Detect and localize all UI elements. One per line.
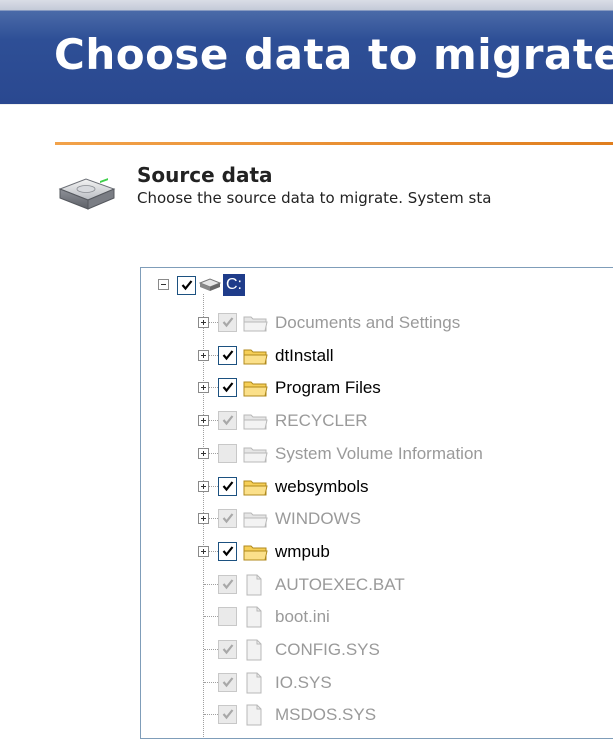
expand-toggle-icon[interactable] — [198, 480, 209, 492]
item-checkbox[interactable] — [218, 345, 237, 365]
tree-item-label[interactable]: System Volume Information — [275, 444, 483, 464]
tree-folder-row[interactable]: Program Files — [141, 374, 613, 404]
tree-connector — [204, 681, 218, 683]
tree-file-row[interactable]: MSDOS.SYS — [141, 701, 613, 731]
item-checkbox — [218, 705, 237, 725]
tree-folder-row[interactable]: System Volume Information — [141, 440, 613, 470]
source-tree-view[interactable]: C: Documents and Settings dtInstall Progra… — [140, 267, 613, 739]
tree-item-label[interactable]: Documents and Settings — [275, 313, 460, 333]
item-checkbox — [218, 607, 237, 627]
root-checkbox[interactable] — [177, 276, 196, 295]
folder-icon — [243, 381, 268, 397]
item-checkbox — [218, 443, 237, 463]
expand-toggle-icon[interactable] — [198, 415, 209, 427]
item-checkbox[interactable] — [218, 541, 237, 561]
folder-icon — [243, 480, 268, 495]
tree-connector — [204, 583, 218, 585]
expand-toggle-icon[interactable] — [198, 545, 209, 557]
folder-icon — [243, 447, 268, 463]
folder-icon — [243, 349, 268, 365]
tree-file-row[interactable]: IO.SYS — [141, 669, 613, 699]
tree-file-row[interactable]: CONFIG.SYS — [141, 636, 613, 666]
tree-folder-row[interactable]: websymbols — [141, 473, 613, 503]
tree-folder-row[interactable]: Documents and Settings — [141, 309, 613, 339]
expand-toggle-icon[interactable] — [198, 447, 209, 459]
tree-item-label[interactable]: WINDOWS — [275, 509, 361, 529]
expand-toggle-icon[interactable] — [198, 349, 209, 361]
expand-toggle-icon[interactable] — [198, 317, 209, 328]
file-icon — [246, 704, 262, 726]
hard-drive-icon — [56, 175, 118, 217]
tree-folder-row[interactable]: wmpub — [141, 538, 613, 568]
file-icon — [246, 574, 262, 596]
tree-item-label[interactable]: boot.ini — [275, 607, 330, 627]
section-title: Source data — [137, 163, 273, 187]
wizard-header: Choose data to migrate — [0, 0, 613, 104]
expand-toggle-icon[interactable] — [198, 513, 209, 525]
drive-icon — [199, 278, 221, 291]
tree-item-label[interactable]: wmpub — [275, 542, 330, 562]
folder-icon — [243, 512, 268, 528]
collapse-toggle-icon[interactable] — [158, 279, 169, 290]
tree-item-label[interactable]: websymbols — [275, 477, 369, 497]
item-checkbox — [218, 640, 237, 659]
page-title: Choose data to migrate — [54, 30, 613, 79]
accent-divider — [55, 142, 613, 145]
item-checkbox — [218, 411, 237, 431]
file-icon — [246, 606, 262, 628]
item-checkbox[interactable] — [218, 476, 237, 496]
item-checkbox[interactable] — [218, 378, 237, 398]
folder-icon — [243, 316, 268, 332]
tree-file-row[interactable]: boot.ini — [141, 603, 613, 633]
item-checkbox — [218, 672, 237, 692]
tree-connector — [204, 649, 218, 650]
folder-icon — [243, 545, 268, 561]
item-checkbox — [218, 313, 237, 332]
item-checkbox — [218, 509, 237, 529]
file-icon — [246, 672, 262, 694]
tree-folder-row[interactable]: dtInstall — [141, 342, 613, 372]
tree-connector — [204, 616, 218, 618]
folder-icon — [243, 414, 268, 430]
tree-item-label[interactable]: Program Files — [275, 378, 381, 398]
item-checkbox — [218, 574, 237, 594]
tree-connector — [204, 714, 218, 716]
root-label[interactable]: C: — [223, 274, 245, 296]
file-icon — [246, 639, 262, 661]
tree-item-label[interactable]: IO.SYS — [275, 673, 332, 693]
tree-item-label[interactable]: AUTOEXEC.BAT — [275, 575, 405, 595]
tree-item-label[interactable]: RECYCLER — [275, 411, 368, 431]
tree-file-row[interactable]: AUTOEXEC.BAT — [141, 571, 613, 601]
tree-item-label[interactable]: MSDOS.SYS — [275, 705, 376, 725]
tree-item-label[interactable]: CONFIG.SYS — [275, 640, 380, 660]
expand-toggle-icon[interactable] — [198, 382, 209, 394]
tree-root-row[interactable]: C: — [141, 274, 613, 304]
section-description: Choose the source data to migrate. Syste… — [137, 189, 492, 207]
tree-folder-row[interactable]: WINDOWS — [141, 505, 613, 535]
tree-folder-row[interactable]: RECYCLER — [141, 407, 613, 437]
tree-item-label[interactable]: dtInstall — [275, 346, 334, 366]
